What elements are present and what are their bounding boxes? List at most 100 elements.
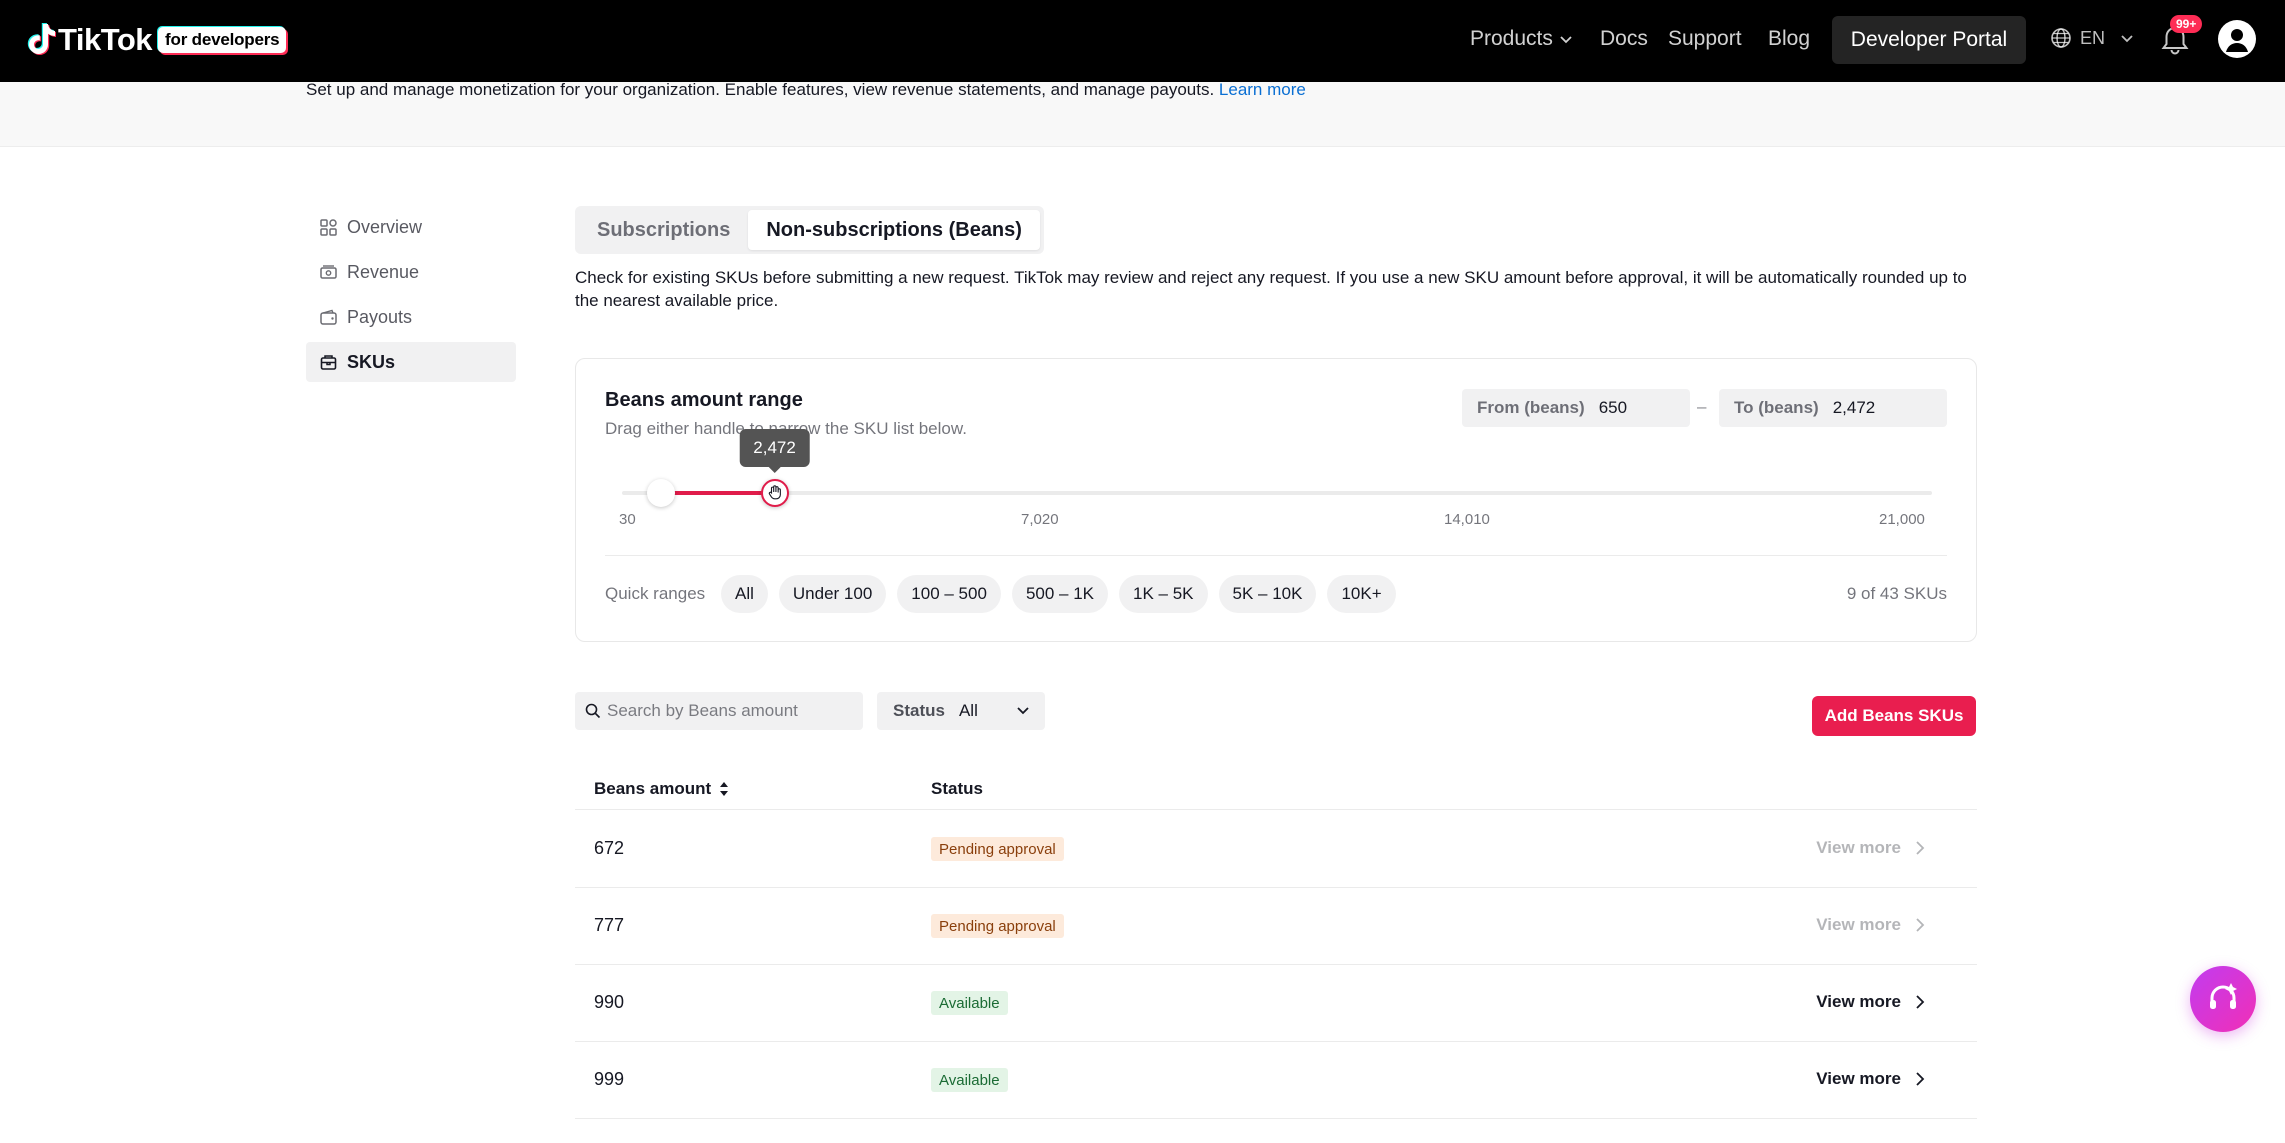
sidebar-item-label: Payouts [347, 306, 413, 327]
tick-label: 7,020 [1021, 511, 1059, 528]
sidebar-item-overview[interactable]: Overview [306, 207, 516, 247]
status-badge: Available [931, 991, 1008, 1015]
sidebar: Overview Revenue Payouts SKUs [306, 207, 516, 387]
support-chat-button[interactable] [2190, 966, 2256, 1032]
add-beans-skus-button[interactable]: Add Beans SKUs [1812, 696, 1976, 736]
tick-label: 30 [619, 511, 636, 528]
row-beans-amount: 672 [594, 838, 625, 858]
beans-range-card: Beans amount range Drag either handle to… [575, 358, 1977, 642]
card-divider [605, 555, 1947, 556]
chevron-right-icon [1916, 841, 1925, 855]
row-beans-amount: 999 [594, 1069, 625, 1089]
status-badge: Available [931, 1068, 1008, 1092]
sort-icon [720, 782, 729, 796]
grid-icon [320, 218, 337, 236]
tick-label: 21,000 [1879, 511, 1925, 528]
status-badge: Pending approval [931, 837, 1064, 861]
range-title: Beans amount range [605, 389, 803, 411]
developer-portal-button[interactable]: Developer Portal [1832, 16, 2026, 64]
from-beans-value: 650 [1598, 398, 1628, 417]
chevron-down-icon [1560, 36, 1572, 44]
nav-products-label: Products [1470, 27, 1553, 50]
sidebar-item-skus[interactable]: SKUs [306, 342, 516, 382]
chip-1k-5k[interactable]: 1K – 5K [1119, 575, 1208, 613]
view-more-label: View more [1816, 915, 1901, 934]
wallet-icon [320, 309, 337, 325]
slider-handle-min[interactable] [646, 479, 675, 507]
nav-products[interactable]: Products [1470, 27, 1573, 51]
to-beans-field[interactable]: To (beans) 2,472 [1719, 389, 1947, 427]
view-more-label: View more [1816, 838, 1901, 857]
table-row: 777 Pending approval View more [575, 888, 1977, 965]
headset-icon [2210, 983, 2237, 1009]
chip-500-1k[interactable]: 500 – 1K [1011, 575, 1108, 613]
sku-type-tabs: Subscriptions Non-subscriptions (Beans) [575, 206, 1044, 254]
intro-description: Set up and manage monetization for your … [306, 80, 1219, 99]
hand-cursor-icon [768, 485, 781, 500]
view-more-link[interactable]: View more [1816, 992, 1925, 1012]
language-label: EN [2080, 27, 2106, 48]
sku-count: 9 of 43 SKUs [1846, 584, 1947, 603]
chip-under-100[interactable]: Under 100 [778, 575, 887, 613]
sidebar-item-payouts[interactable]: Payouts [306, 297, 516, 337]
status-filter-value: All [958, 701, 978, 720]
chip-10k-plus[interactable]: 10K+ [1327, 575, 1396, 613]
quick-ranges-label: Quick ranges [605, 584, 706, 603]
logo-wordmark: TikTok [58, 22, 153, 57]
row-beans-amount: 990 [594, 992, 625, 1012]
status-filter-dropdown[interactable]: Status All [877, 692, 1045, 730]
learn-more-link[interactable]: Learn more [1219, 80, 1306, 99]
column-header-beans-amount[interactable]: Beans amount [594, 779, 729, 799]
language-selector[interactable]: EN [2050, 27, 2135, 49]
slider-value-tooltip: 2,472 [739, 429, 810, 473]
chip-5k-10k[interactable]: 5K – 10K [1218, 575, 1317, 613]
to-beans-label: To (beans) [1734, 398, 1819, 417]
from-beans-label: From (beans) [1477, 398, 1585, 417]
top-navbar: TikTok for developers Products Docs Supp… [0, 0, 2285, 82]
nav-support[interactable]: Support [1668, 27, 1742, 51]
range-separator: – [1697, 397, 1707, 416]
slider-track[interactable] [622, 491, 1932, 495]
view-more-link[interactable]: View more [1816, 1069, 1925, 1089]
intro-text: Set up and manage monetization for your … [306, 80, 1306, 100]
from-beans-field[interactable]: From (beans) 650 [1462, 389, 1690, 427]
search-input[interactable] [607, 701, 847, 721]
chevron-down-icon [2121, 35, 2133, 43]
tick-label: 14,010 [1444, 511, 1490, 528]
banknote-icon [320, 264, 337, 279]
to-beans-value: 2,472 [1832, 398, 1876, 417]
status-badge: Pending approval [931, 914, 1064, 938]
avatar[interactable] [2218, 20, 2256, 58]
chevron-right-icon [1916, 995, 1925, 1009]
quick-range-chips: All Under 100 100 – 500 500 – 1K 1K – 5K… [721, 575, 1396, 613]
nav-blog[interactable]: Blog [1768, 27, 1810, 51]
column-header-status: Status [931, 779, 983, 798]
table-header: Beans amount Status [575, 770, 1977, 810]
tiktok-note-icon [27, 23, 56, 55]
chip-100-500[interactable]: 100 – 500 [897, 575, 1001, 613]
tiktok-logo[interactable]: TikTok for developers [26, 22, 287, 58]
slider-handle-max[interactable] [760, 479, 789, 507]
chevron-down-icon [1017, 707, 1029, 715]
sidebar-item-label: Overview [347, 216, 423, 237]
search-icon [585, 703, 601, 719]
view-more-link[interactable]: View more [1816, 915, 1925, 935]
column-header-label: Beans amount [594, 779, 712, 798]
status-filter-label: Status [893, 701, 945, 720]
chip-all[interactable]: All [721, 575, 768, 613]
chevron-right-icon [1916, 918, 1925, 932]
globe-icon [2051, 28, 2071, 48]
logo-badge: for developers [158, 27, 287, 53]
tab-subscriptions[interactable]: Subscriptions [579, 210, 748, 250]
table-row: 990 Available View more [575, 965, 1977, 1042]
nav-docs[interactable]: Docs [1600, 27, 1648, 51]
tab-non-subscriptions-beans[interactable]: Non-subscriptions (Beans) [748, 210, 1040, 250]
sidebar-item-label: Revenue [347, 261, 420, 282]
page-description: Check for existing SKUs before submittin… [575, 268, 1967, 310]
sidebar-item-revenue[interactable]: Revenue [306, 252, 516, 292]
view-more-label: View more [1816, 992, 1901, 1011]
view-more-link[interactable]: View more [1816, 838, 1925, 858]
view-more-label: View more [1816, 1069, 1901, 1088]
box-icon [320, 354, 337, 370]
search-box [575, 692, 863, 730]
